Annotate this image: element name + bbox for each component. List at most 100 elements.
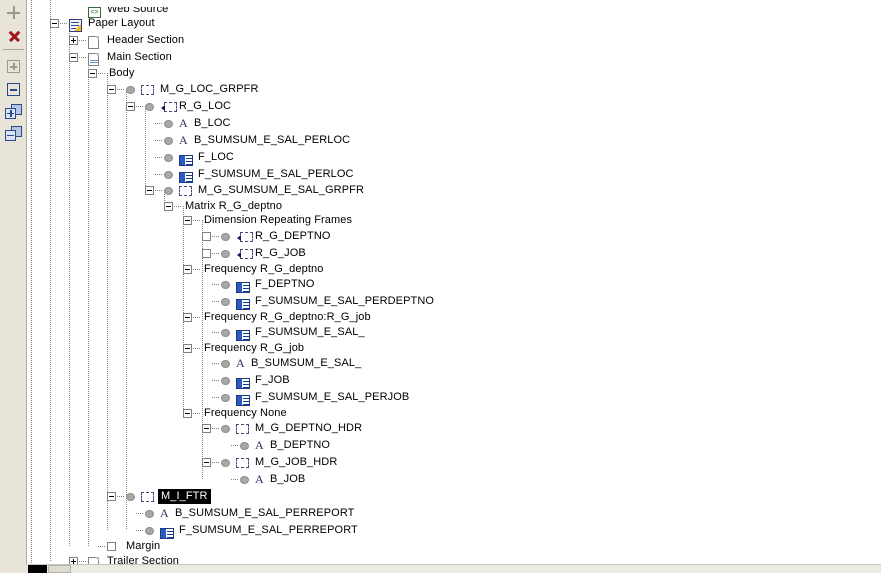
boilerplate-text-icon: A	[179, 133, 188, 147]
tree-row-label[interactable]: F_SUMSUM_E_SAL_	[253, 326, 367, 339]
tree-connector	[212, 253, 219, 254]
tree-row-label[interactable]: R_G_DEPTNO	[253, 230, 333, 243]
tree-connector	[212, 428, 219, 429]
tree-row[interactable]: F_DEPTNO	[28, 276, 881, 293]
collapse-toggle-icon[interactable]	[183, 216, 192, 225]
tree-row[interactable]: F_SUMSUM_E_SAL_	[28, 324, 881, 341]
tree-row-label[interactable]: R_G_LOC	[177, 100, 233, 113]
collapse-toggle-icon[interactable]	[50, 19, 59, 28]
tree-connector	[155, 140, 162, 141]
collapse-toggle-icon[interactable]	[107, 85, 116, 94]
tree-row[interactable]: M_G_LOC_GRPFR	[28, 81, 881, 98]
expand-button[interactable]	[3, 56, 24, 77]
expand-all-button[interactable]	[3, 101, 24, 122]
tree-row[interactable]: R_G_LOC	[28, 98, 881, 115]
tree-row-label[interactable]: M_G_JOB_HDR	[253, 456, 339, 469]
tree-row[interactable]: M_G_DEPTNO_HDR	[28, 420, 881, 437]
collapse-toggle-icon[interactable]	[145, 186, 154, 195]
tree-row[interactable]: F_SUMSUM_E_SAL_PERDEPTNO	[28, 293, 881, 310]
horizontal-scroll-thumb[interactable]	[48, 565, 71, 573]
tree-row-label[interactable]: Frequency None	[202, 407, 289, 420]
tree-row-label[interactable]: Body	[107, 67, 136, 80]
collapse-toggle-icon[interactable]	[126, 102, 135, 111]
toggle-icon[interactable]	[202, 249, 211, 258]
tree-row-label[interactable]: Frequency R_G_deptno:R_G_job	[202, 311, 373, 324]
tree-row-label[interactable]: F_SUMSUM_E_SAL_PERREPORT	[177, 524, 360, 537]
tree-row[interactable]: F_SUMSUM_E_SAL_PERJOB	[28, 389, 881, 406]
collapse-toggle-icon[interactable]	[107, 492, 116, 501]
create-button[interactable]	[3, 2, 24, 23]
collapse-button[interactable]	[3, 79, 24, 100]
tree-row-label[interactable]: F_DEPTNO	[253, 278, 316, 291]
horizontal-scrollbar[interactable]	[28, 564, 881, 573]
tree-row[interactable]: M_I_FTR	[28, 488, 881, 505]
collapse-toggle-icon[interactable]	[202, 458, 211, 467]
tree-row-label[interactable]: Header Section	[105, 34, 186, 47]
tree-row-label[interactable]: Frequency R_G_job	[202, 342, 306, 355]
tree-row-label[interactable]: M_G_SUMSUM_E_SAL_GRPFR	[196, 184, 366, 197]
tree-row[interactable]: Dimension Repeating Frames	[28, 212, 881, 229]
tree-row[interactable]: A B_SUMSUM_E_SAL_PERREPORT	[28, 505, 881, 522]
tree-row[interactable]: Body	[28, 65, 881, 82]
tree-row-label[interactable]: F_JOB	[253, 374, 292, 387]
tree-row[interactable]: A B_JOB	[28, 471, 881, 488]
tree-row[interactable]: F_SUMSUM_E_SAL_PERLOC	[28, 166, 881, 183]
tree-row-label[interactable]: F_SUMSUM_E_SAL_PERDEPTNO	[253, 295, 436, 308]
tree-connector	[212, 284, 219, 285]
tree-row[interactable]: F_LOC	[28, 149, 881, 166]
tree-row-label[interactable]: B_JOB	[268, 473, 307, 486]
tree-row[interactable]: M_G_JOB_HDR	[28, 454, 881, 471]
tree-row[interactable]: Main Section	[28, 49, 881, 66]
tree-row[interactable]: Paper Layout	[28, 15, 881, 32]
tree-row-label[interactable]: Frequency R_G_deptno	[202, 263, 325, 276]
tree-row[interactable]: F_JOB	[28, 372, 881, 389]
collapse-toggle-icon[interactable]	[202, 424, 211, 433]
tree-row-label[interactable]: M_G_DEPTNO_HDR	[253, 422, 364, 435]
tree-row-label[interactable]: B_SUMSUM_E_SAL_PERLOC	[192, 134, 352, 147]
field-icon	[236, 378, 250, 389]
collapse-toggle-icon[interactable]	[183, 265, 192, 274]
tree-row[interactable]: A B_SUMSUM_E_SAL_	[28, 355, 881, 372]
tree-row[interactable]: Header Section	[28, 32, 881, 49]
object-anchor-icon	[164, 120, 173, 128]
tree-row[interactable]: A B_SUMSUM_E_SAL_PERLOC	[28, 132, 881, 149]
tree-row-label[interactable]: B_SUMSUM_E_SAL_PERREPORT	[173, 507, 356, 520]
repeating-frame-icon	[161, 102, 177, 112]
object-navigator-tree[interactable]: <> Web Source Paper Layout Header Section Ma…	[28, 0, 881, 565]
tree-row-label[interactable]: B_LOC	[192, 117, 233, 130]
tree-row-label[interactable]: Dimension Repeating Frames	[202, 214, 354, 227]
tree-row[interactable]: R_G_JOB	[28, 245, 881, 262]
tree-row-label[interactable]: B_SUMSUM_E_SAL_	[249, 357, 363, 370]
collapse-toggle-icon[interactable]	[183, 409, 192, 418]
collapse-toggle-icon[interactable]	[164, 202, 173, 211]
tree-row[interactable]: R_G_DEPTNO	[28, 228, 881, 245]
expand-toggle-icon[interactable]	[69, 36, 78, 45]
collapse-all-icon	[5, 126, 22, 141]
tree-row-label[interactable]: F_SUMSUM_E_SAL_PERLOC	[196, 168, 356, 181]
object-anchor-icon	[221, 425, 230, 433]
tree-row-label[interactable]: R_G_JOB	[253, 247, 308, 260]
collapse-toggle-icon[interactable]	[183, 313, 192, 322]
tree-row[interactable]: A B_DEPTNO	[28, 437, 881, 454]
scrollbar-corner	[0, 564, 28, 573]
object-anchor-icon	[126, 86, 135, 94]
toggle-icon[interactable]	[202, 232, 211, 241]
collapse-toggle-icon[interactable]	[88, 69, 97, 78]
collapse-all-button[interactable]	[3, 123, 24, 144]
tree-row-label[interactable]: F_LOC	[196, 151, 236, 164]
tree-row[interactable]: M_G_SUMSUM_E_SAL_GRPFR	[28, 182, 881, 199]
tree-row-label[interactable]: M_I_FTR	[158, 489, 211, 504]
scroll-left-button[interactable]	[28, 565, 47, 573]
collapse-toggle-icon[interactable]	[69, 53, 78, 62]
collapse-toggle-icon[interactable]	[183, 344, 192, 353]
tree-row[interactable]: A B_LOC	[28, 115, 881, 132]
delete-button[interactable]	[3, 25, 24, 46]
tree-row-label[interactable]: Paper Layout	[86, 17, 157, 30]
tree-row[interactable]: F_SUMSUM_E_SAL_PERREPORT	[28, 522, 881, 539]
object-anchor-icon	[126, 493, 135, 501]
tree-row-label[interactable]: F_SUMSUM_E_SAL_PERJOB	[253, 391, 411, 404]
tree-row-label[interactable]: Main Section	[105, 51, 174, 64]
tree-row-label[interactable]: M_G_LOC_GRPFR	[158, 83, 261, 96]
tree-row-label[interactable]: Margin	[124, 540, 162, 553]
tree-row-label[interactable]: B_DEPTNO	[268, 439, 332, 452]
